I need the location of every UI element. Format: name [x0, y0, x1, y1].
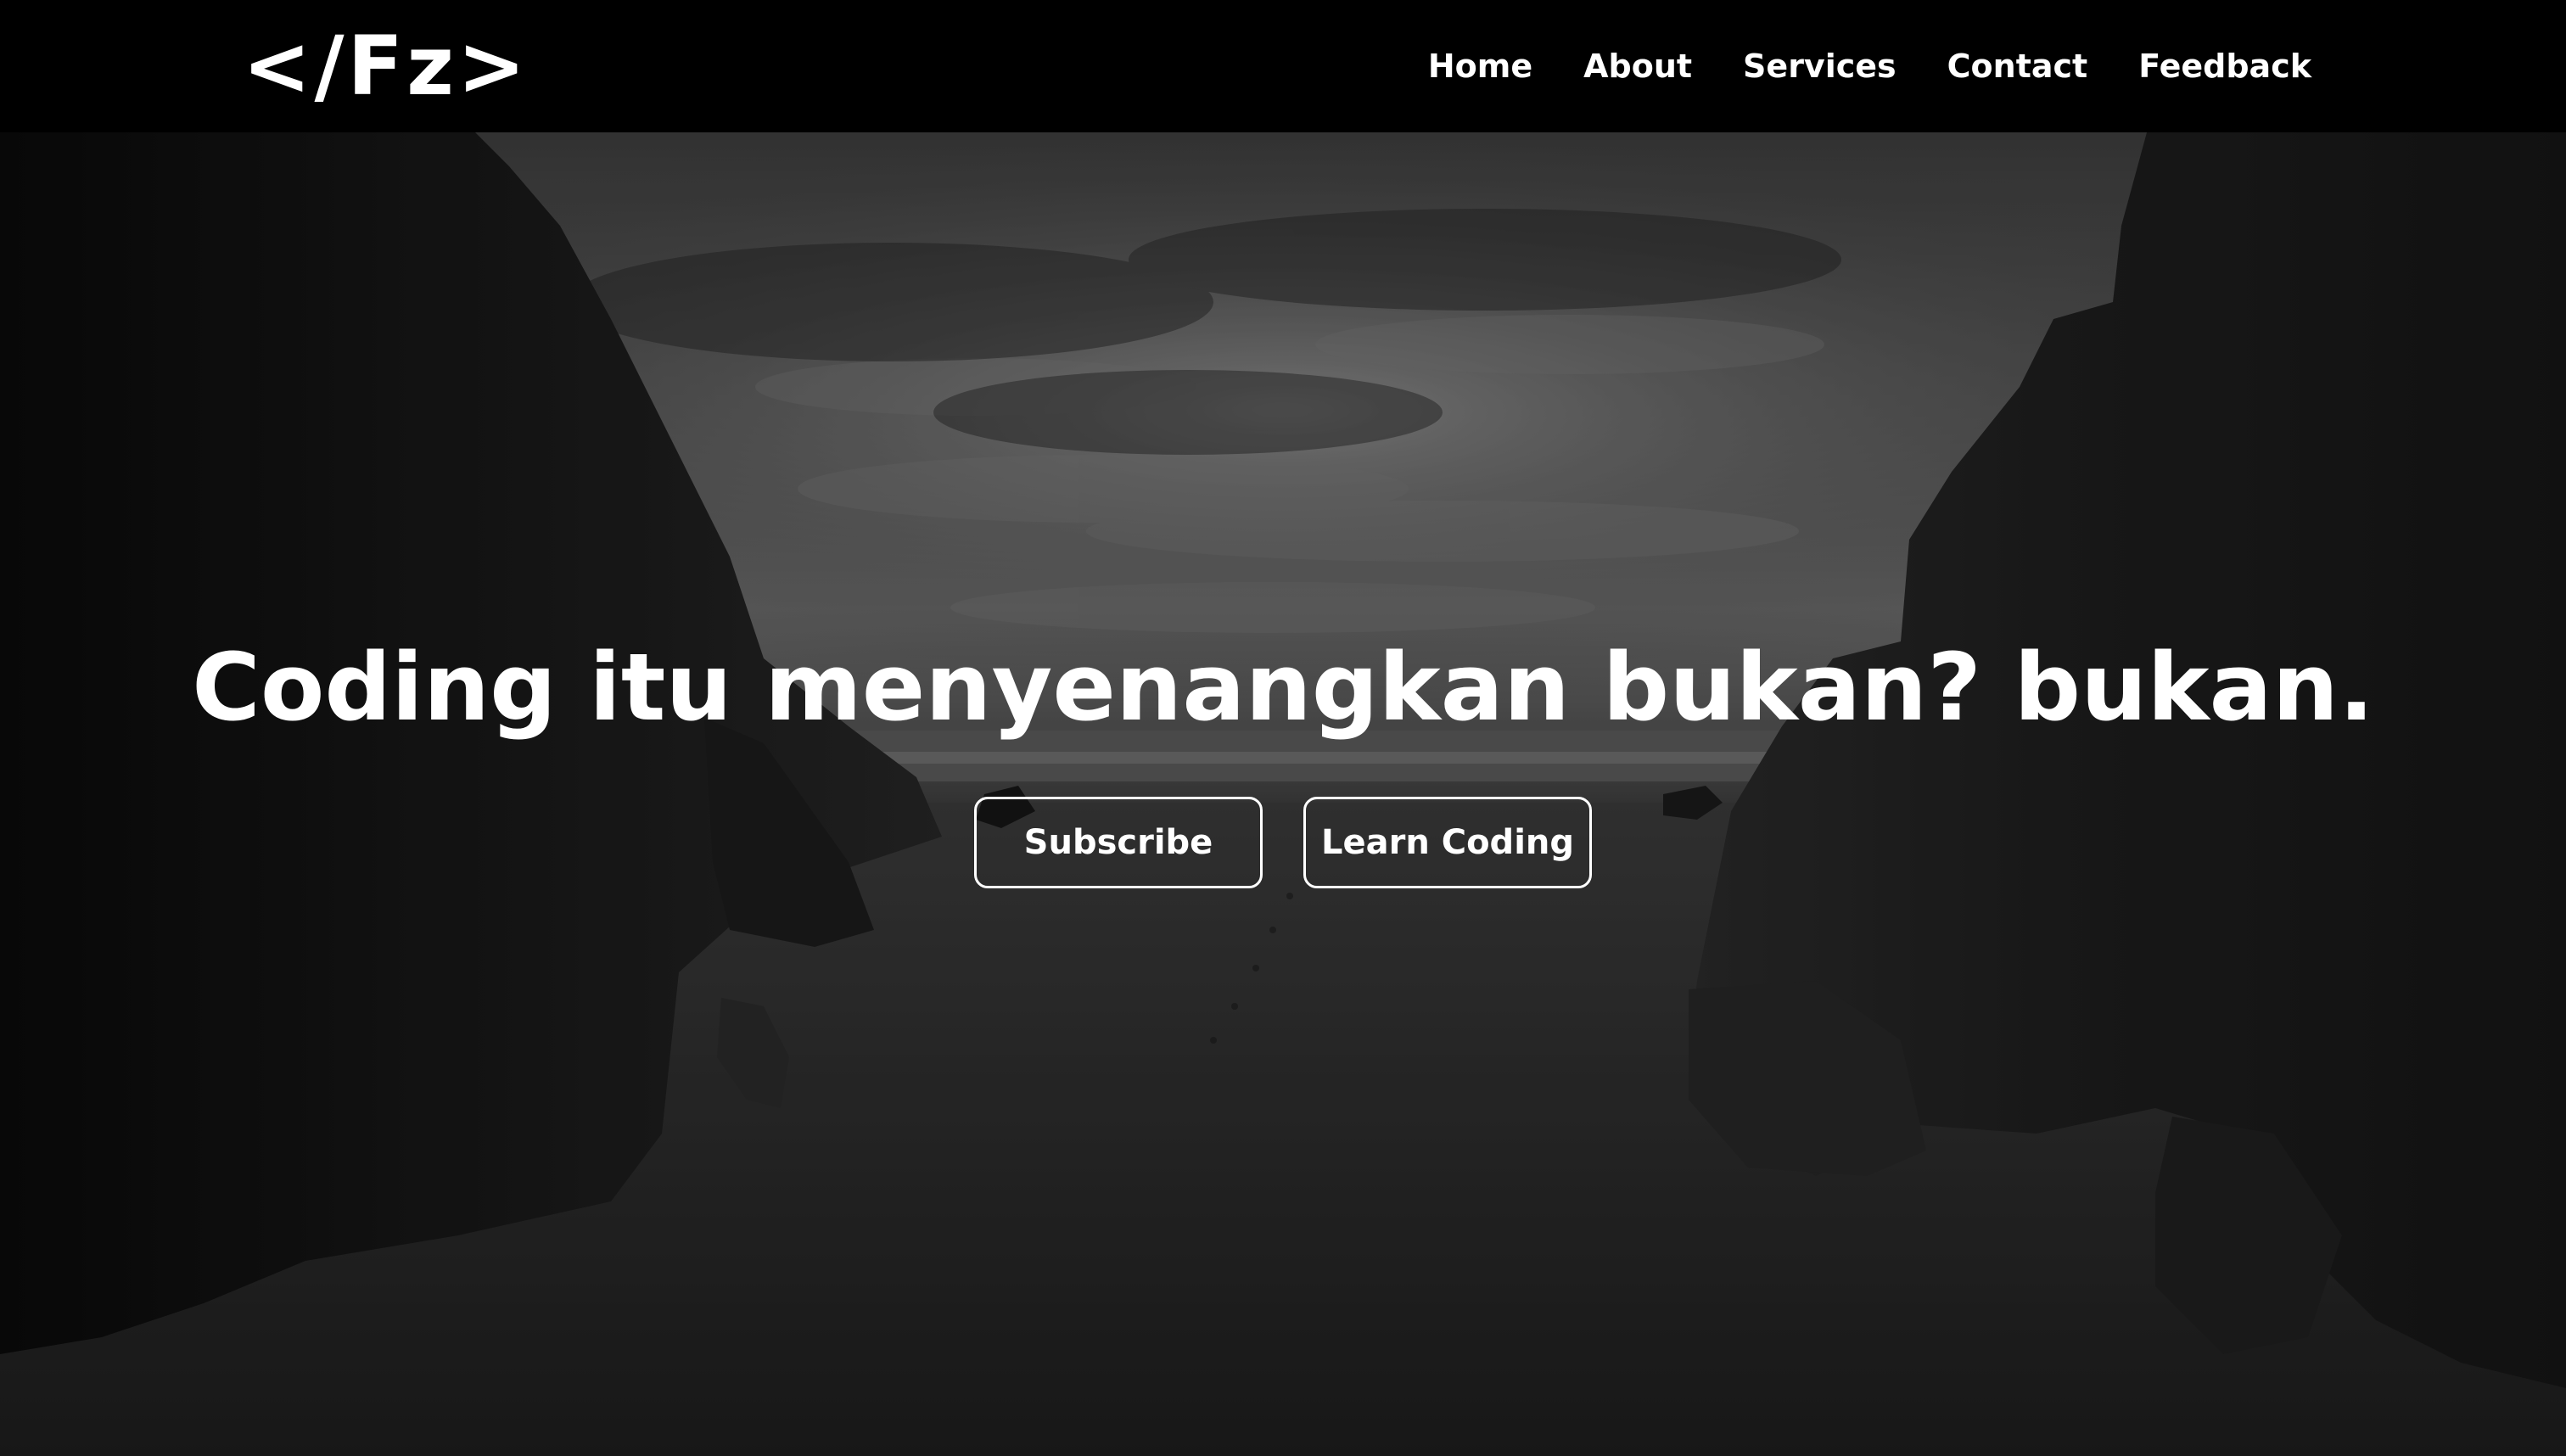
navbar: </Fz> Home About Services Contact Feedba…	[0, 0, 2566, 132]
hero-section: Coding itu menyenangkan bukan? bukan. Su…	[0, 132, 2566, 1456]
nav-link-services[interactable]: Services	[1743, 48, 1896, 85]
nav-link-home[interactable]: Home	[1428, 48, 1532, 85]
learn-coding-button[interactable]: Learn Coding	[1303, 797, 1592, 888]
hero-dark-overlay	[0, 132, 2566, 1456]
site-logo[interactable]: </Fz>	[243, 19, 529, 114]
hero-title: Coding itu menyenangkan bukan? bukan.	[192, 633, 2374, 742]
nav-link-about[interactable]: About	[1583, 48, 1692, 85]
hero-buttons: Subscribe Learn Coding	[0, 797, 2566, 888]
nav-link-contact[interactable]: Contact	[1947, 48, 2088, 85]
subscribe-button[interactable]: Subscribe	[974, 797, 1263, 888]
nav-link-feedback[interactable]: Feedback	[2138, 48, 2311, 85]
nav-menu: Home About Services Contact Feedback	[1428, 0, 2311, 132]
landing-page: </Fz> Home About Services Contact Feedba…	[0, 0, 2566, 1456]
